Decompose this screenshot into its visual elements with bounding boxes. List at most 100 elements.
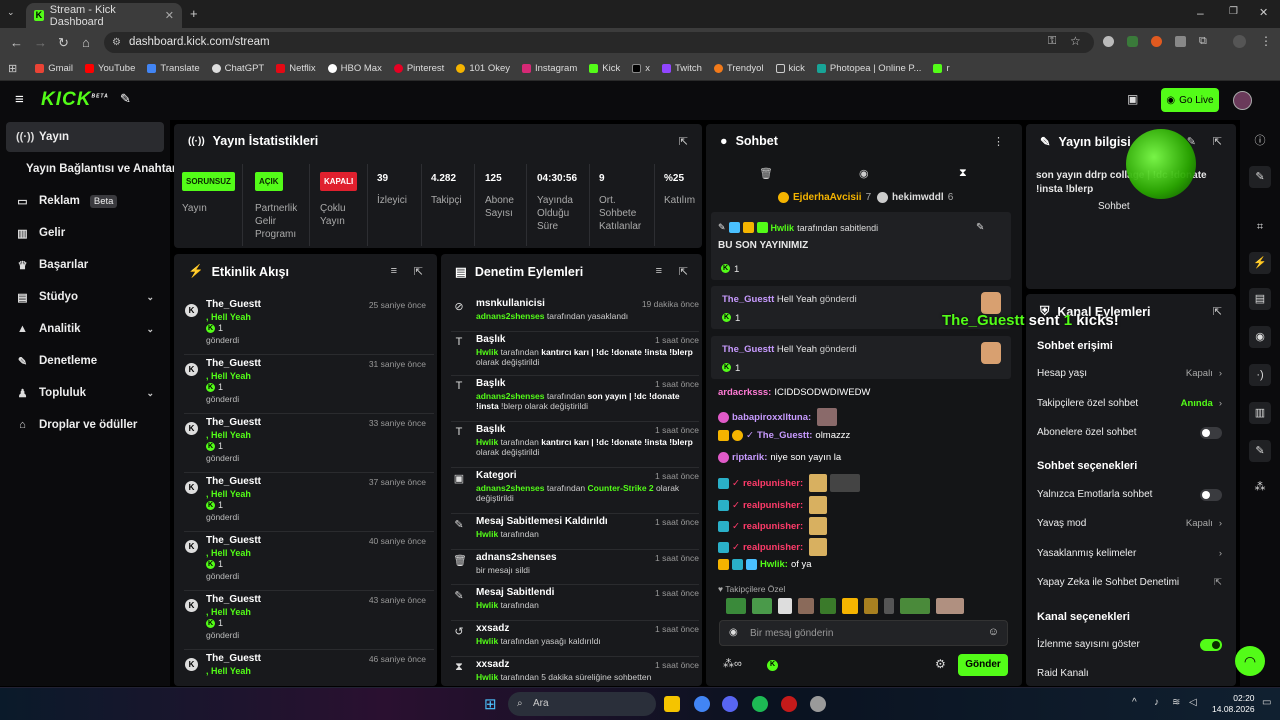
pinned-message[interactable]: ✎ Hwlik tarafından sabitlendi BU SON YAYIN… [711,212,1011,280]
close-tab-icon[interactable]: ✕ [165,9,174,22]
emoji-icon[interactable]: ☺ [988,626,999,638]
wrench-icon[interactable]: ✎ [1249,440,1271,462]
menu-dots-icon[interactable]: ⋮ [1260,34,1272,48]
filter-icon[interactable]: ≡ [656,265,662,277]
popout-icon[interactable]: ⇱ [1213,135,1222,148]
bookmark-folder-kick[interactable]: kick [775,63,805,74]
hourglass-icon[interactable]: ⧗ [959,167,967,180]
url-field[interactable]: ⚙ dashboard.kick.com/stream [104,32,1094,53]
bookmark-x[interactable]: x [632,63,650,74]
kick-coin-icon[interactable]: K [767,660,778,671]
extension-icon[interactable] [1103,36,1114,47]
sidebar-item-reklam[interactable]: ▭ Reklam Beta [6,186,164,216]
top-gifter-1[interactable]: EjderhaAvcisii 7 [778,192,871,203]
close-window-icon[interactable]: ✕ [1259,6,1268,19]
activity-user[interactable]: The_Guestt [206,535,261,546]
emote[interactable] [778,598,792,614]
popout-icon[interactable]: ⇱ [679,135,688,148]
raid-channel-label[interactable]: Raid Kanalı [1037,668,1089,679]
app-icon[interactable] [781,696,797,712]
slow-mode-setting[interactable]: Kapalı › [1186,518,1222,529]
bookmark-photopea[interactable]: Photopea | Online P... [816,63,921,74]
browser-tab[interactable]: K Stream - Kick Dashboard ✕ [26,3,182,28]
extension-icon[interactable] [1127,36,1138,47]
bookmark-netflix[interactable]: Netflix [276,63,316,74]
activity-user[interactable]: The_Guestt [206,299,261,310]
bookmark-101okey[interactable]: 101 Okey [456,63,510,74]
stream-preview-icon[interactable]: ▣ [1127,92,1138,106]
activity-user[interactable]: The_Guestt [206,476,261,487]
chat-user[interactable]: realpunisher: [743,542,803,553]
edit-icon[interactable]: ✎ [1249,166,1271,188]
followers-chat-setting[interactable]: Anında › [1181,398,1222,409]
profile-avatar[interactable] [1233,35,1246,48]
app-icon[interactable] [810,696,826,712]
sidebar-item-stream-key[interactable]: Yayın Bağlantısı ve Anahtarı [6,154,180,184]
emote[interactable] [726,598,746,614]
microphone-icon[interactable]: ♪ [1154,697,1159,708]
chat-user[interactable]: babapiroxxlltuna: [732,412,811,423]
chat-user[interactable]: realpunisher: [743,500,803,511]
top-gifter-2[interactable]: hekimwddl 6 [877,192,953,203]
points-icon[interactable]: ⁂ [1251,478,1269,496]
password-key-icon[interactable]: ⚿ [1048,35,1056,48]
banned-words-setting[interactable]: › [1219,548,1222,559]
site-info-icon[interactable]: ⚙ [112,32,121,53]
account-age-setting[interactable]: Kapalı › [1186,368,1222,379]
hamburger-menu-icon[interactable]: ≡ [15,91,24,108]
send-button[interactable]: Gönder [958,654,1008,676]
go-live-button[interactable]: ◉ Go Live [1161,88,1219,112]
bookmark-chatgpt[interactable]: ChatGPT [211,63,264,74]
chat-icon[interactable]: ◉ [1249,326,1271,348]
bookmark-r[interactable]: r [933,63,950,74]
windows-start-icon[interactable]: ⊞ [484,695,497,713]
apps-grid-icon[interactable]: ⊞ [8,62,17,75]
kick-logo[interactable]: KICKBETA [41,89,109,111]
emote[interactable] [798,598,814,614]
sidebar-item-topluluk[interactable]: ♟ Topluluk ⌄ [6,378,164,408]
chat-user[interactable]: ardacrksss: [718,387,771,398]
chat-icon[interactable]: ◉ [859,167,869,180]
layout-icon[interactable]: ▥ [1249,402,1271,424]
chat-user[interactable]: realpunisher: [743,478,803,489]
spotify-icon[interactable] [752,696,768,712]
bookmark-trendyol[interactable]: Trendyol [713,63,764,74]
discord-icon[interactable] [722,696,738,712]
sidebar-item-gelir[interactable]: ▥ Gelir [6,218,164,248]
tray-chevron-icon[interactable]: ^ [1132,697,1137,708]
extensions-puzzle-icon[interactable]: ⧉ [1199,35,1207,48]
emotes-only-toggle[interactable] [1200,489,1222,501]
popout-icon[interactable]: ⇱ [679,265,688,278]
emote[interactable] [820,598,836,614]
bookmark-gmail[interactable]: Gmail [35,63,73,74]
bookmark-pinterest[interactable]: Pinterest [393,63,444,74]
activity-user[interactable]: The_Guestt [206,358,261,369]
emote[interactable] [884,598,894,614]
clock[interactable]: 02:20 14.08.2026 [1212,693,1255,715]
volume-icon[interactable]: ◁ [1189,697,1197,708]
sidebar-item-denetleme[interactable]: ✎ Denetleme [6,346,164,376]
chat-user[interactable]: The_Guestt: [757,430,812,441]
ai-mod-link[interactable]: ⇱ [1214,577,1222,588]
chrome-icon[interactable] [694,696,710,712]
activity-user[interactable]: The_Guestt [206,594,261,605]
chat-menu-icon[interactable]: ⋮ [993,135,1004,148]
sidebar-item-droplar[interactable]: ⌂ Droplar ve ödüller [6,410,164,440]
trash-icon[interactable]: 🗑 [759,167,773,180]
bookmark-instagram[interactable]: Instagram [522,63,577,74]
popout-icon[interactable]: ⇱ [414,265,423,278]
popout-icon[interactable]: ⇱ [1213,305,1222,318]
chat-settings-gear-icon[interactable]: ⚙ [935,657,946,671]
pin-icon[interactable]: ✎ [120,91,131,107]
filter-icon[interactable]: ≡ [391,265,397,277]
points-icon[interactable]: ⁂∞ [723,657,742,670]
activity-user[interactable]: The_Guestt [206,653,261,664]
support-headset-icon[interactable]: ◠ [1235,646,1265,676]
user-avatar[interactable] [1233,91,1252,110]
activity-user[interactable]: The_Guestt [206,417,261,428]
notification-icon[interactable]: ▭ [1262,697,1271,708]
subs-chat-toggle[interactable] [1200,427,1222,439]
emote[interactable] [900,598,930,614]
sidebar-item-studyo[interactable]: ▤ Stüdyo ⌄ [6,282,164,312]
emote[interactable] [936,598,964,614]
